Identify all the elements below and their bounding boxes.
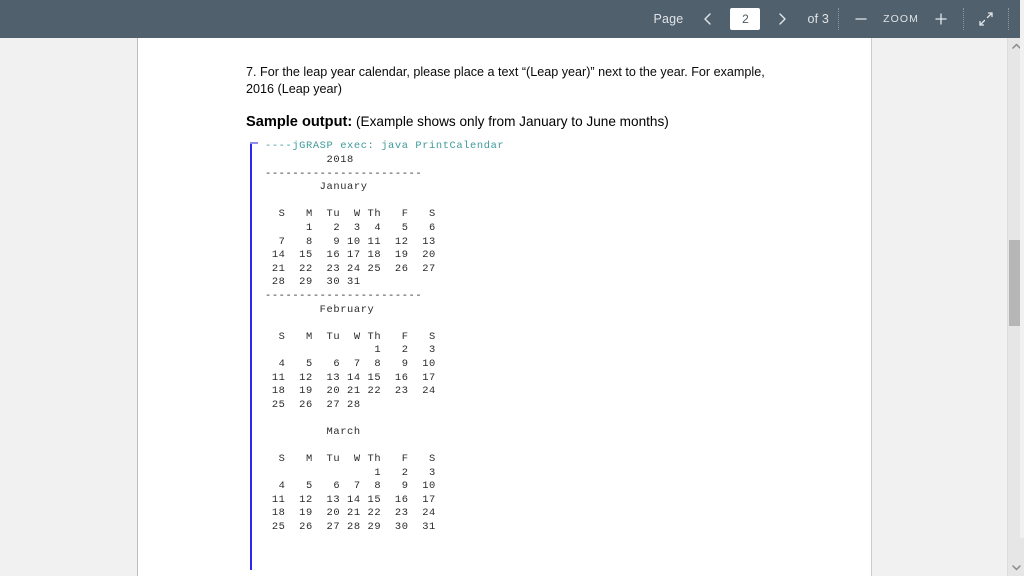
plus-icon <box>935 13 947 25</box>
page-label: Page <box>653 12 684 26</box>
collapse-fullscreen-icon <box>979 12 993 26</box>
zoom-controls-group: ZOOM <box>848 0 954 38</box>
document-page: 7. For the leap year calendar, please pl… <box>137 38 872 576</box>
document-viewer-area: 7. For the leap year calendar, please pl… <box>0 38 1007 576</box>
display-mode-group <box>973 0 999 38</box>
previous-page-button[interactable] <box>695 6 721 32</box>
page-content: 7. For the leap year calendar, please pl… <box>138 38 871 571</box>
next-page-button[interactable] <box>769 6 795 32</box>
toolbar-divider-2 <box>963 8 964 30</box>
minus-icon <box>855 18 867 20</box>
viewer-toolbar: Page of 3 ZOOM <box>0 0 1024 38</box>
console-left-rule-cap <box>250 142 258 145</box>
console-left-rule <box>250 144 252 571</box>
instruction-paragraph: 7. For the leap year calendar, please pl… <box>246 65 765 96</box>
scrollbar-outer-track <box>1020 0 1024 538</box>
toolbar-divider-1 <box>838 8 840 30</box>
chevron-right-icon <box>779 13 787 25</box>
page-count-label: of 3 <box>807 12 830 26</box>
page-navigation-group: Page of 3 <box>653 0 829 38</box>
zoom-label: ZOOM <box>883 13 919 25</box>
sample-output-label: Sample output: <box>246 114 353 131</box>
jgrasp-exec-line: ----jGRASP exec: java PrintCalendar <box>265 140 505 153</box>
zoom-in-button[interactable] <box>928 6 954 32</box>
sample-output-note: (Example shows only from January to June… <box>352 114 669 130</box>
console-output-text: ----jGRASP exec: java PrintCalendar 2018… <box>265 140 831 534</box>
zoom-out-button[interactable] <box>848 6 874 32</box>
chevron-left-icon <box>704 13 712 25</box>
collapse-fullscreen-button[interactable] <box>973 6 999 32</box>
calendar-output: 2018 ----------------------- January S M… <box>265 154 436 534</box>
console-output-block: ----jGRASP exec: java PrintCalendar 2018… <box>247 140 831 571</box>
chevron-down-icon <box>1012 565 1021 571</box>
page-number-input[interactable] <box>730 8 761 30</box>
sample-output-heading: Sample output: (Example shows only from … <box>246 113 831 131</box>
toolbar-divider-3 <box>1008 8 1009 30</box>
scroll-down-button[interactable] <box>1008 559 1024 576</box>
